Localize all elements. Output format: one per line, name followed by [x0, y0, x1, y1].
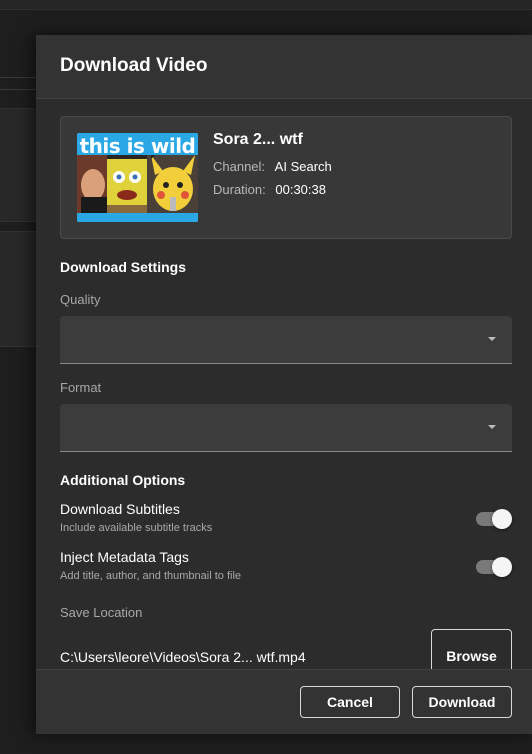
quality-label: Quality — [60, 292, 101, 307]
quality-select[interactable] — [60, 316, 512, 364]
channel-row: Channel: AI Search — [213, 159, 332, 174]
cancel-button[interactable]: Cancel — [300, 686, 400, 718]
video-title: Sora 2... wtf — [213, 131, 303, 148]
download-video-dialog: Download Video this is wild Sora 2... wt… — [36, 35, 532, 734]
video-thumbnail: this is wild — [77, 133, 198, 222]
download-settings-heading: Download Settings — [60, 259, 186, 275]
metadata-toggle[interactable] — [476, 556, 512, 578]
download-button[interactable]: Download — [412, 686, 512, 718]
duration-value: 00:30:38 — [275, 182, 326, 197]
background-topbar — [0, 0, 532, 10]
duration-row: Duration: 00:30:38 — [213, 182, 326, 197]
dialog-title: Download Video — [60, 55, 208, 76]
save-path: C:\Users\leore\Videos\Sora 2... wtf.mp4 — [60, 649, 306, 665]
background-divider — [0, 89, 36, 90]
video-info-card: this is wild Sora 2... wtf Channel: AI S… — [60, 116, 512, 239]
thumbnail-image — [77, 155, 198, 213]
chevron-down-icon — [488, 425, 496, 429]
subtitles-option-description: Include available subtitle tracks — [60, 522, 213, 534]
metadata-option-title: Inject Metadata Tags — [60, 549, 189, 565]
dialog-footer: Cancel Download — [36, 669, 532, 734]
duration-label: Duration: — [213, 182, 266, 197]
additional-options-heading: Additional Options — [60, 472, 186, 488]
thumbnail-bottom-bar — [77, 213, 198, 222]
channel-value: AI Search — [274, 159, 332, 174]
subtitles-toggle[interactable] — [476, 508, 512, 530]
chevron-down-icon — [488, 337, 496, 341]
metadata-option-description: Add title, author, and thumbnail to file — [60, 570, 242, 582]
dialog-header: Download Video — [36, 35, 532, 99]
background-panel — [0, 231, 40, 347]
subtitles-option-title: Download Subtitles — [60, 501, 180, 517]
save-location-label: Save Location — [60, 605, 143, 620]
format-label: Format — [60, 380, 102, 395]
toggle-thumb — [492, 509, 512, 529]
toggle-thumb — [492, 557, 512, 577]
channel-label: Channel: — [213, 159, 266, 174]
format-select[interactable] — [60, 404, 512, 452]
background-divider — [0, 77, 36, 78]
background-panel — [0, 108, 40, 222]
